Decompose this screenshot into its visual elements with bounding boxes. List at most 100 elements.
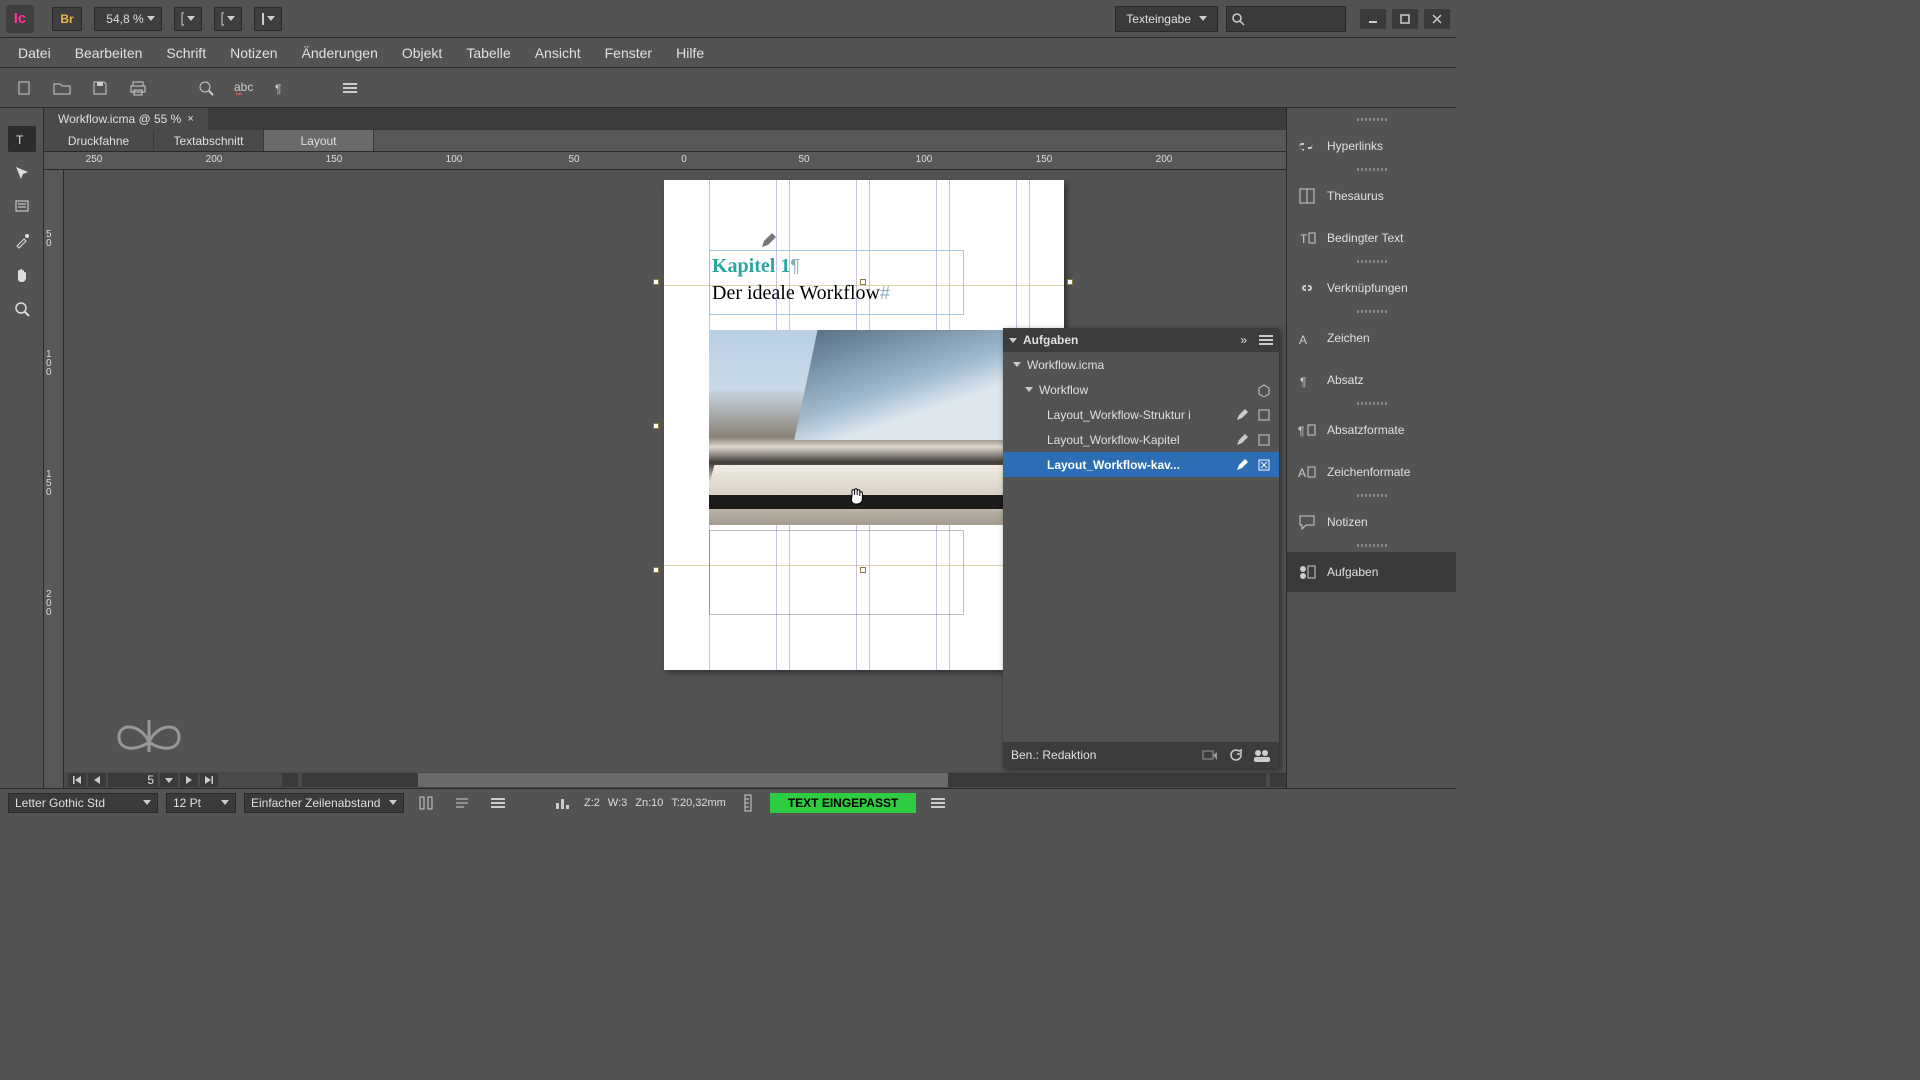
tree-label: Layout_Workflow-Struktur i	[1047, 408, 1191, 422]
minimize-button[interactable]	[1360, 9, 1386, 29]
font-size-combo[interactable]: 12 Pt	[166, 793, 236, 813]
panel-para-styles[interactable]: ¶ Absatzformate	[1287, 410, 1456, 450]
view-tab-galley[interactable]: Druckfahne	[44, 130, 154, 151]
user-label: Ben.: Redaktion	[1011, 748, 1096, 762]
para-style-icon: ¶	[1297, 421, 1317, 439]
menu-notizen[interactable]: Notizen	[218, 38, 289, 67]
search-icon	[1231, 12, 1245, 26]
close-button[interactable]	[1424, 9, 1450, 29]
document-tab-title: Workflow.icma @ 55 %	[58, 112, 181, 126]
menu-aenderungen[interactable]: Änderungen	[290, 38, 390, 67]
hamburger-icon[interactable]	[484, 790, 512, 816]
prev-page-button[interactable]	[88, 773, 106, 787]
tree-root[interactable]: Workflow.icma	[1003, 352, 1279, 377]
menu-ansicht[interactable]: Ansicht	[523, 38, 593, 67]
note-tool[interactable]	[8, 194, 36, 220]
char-icon: A	[1297, 329, 1317, 347]
panel-links[interactable]: Verknüpfungen	[1287, 268, 1456, 308]
panel-character[interactable]: AZeichen	[1287, 318, 1456, 358]
bridge-button[interactable]: Br	[52, 7, 82, 31]
new-doc-icon[interactable]	[10, 75, 38, 101]
font-family-combo[interactable]: Letter Gothic Std	[8, 793, 158, 813]
scroll-left-button[interactable]	[282, 773, 298, 787]
tree-group[interactable]: Workflow	[1003, 377, 1279, 402]
menu-objekt[interactable]: Objekt	[390, 38, 454, 67]
panel-paragraph[interactable]: ¶Absatz	[1287, 360, 1456, 400]
maximize-button[interactable]	[1392, 9, 1418, 29]
menu-datei[interactable]: Datei	[6, 38, 63, 67]
zoom-tool[interactable]	[8, 296, 36, 322]
find-icon[interactable]	[192, 75, 220, 101]
leading-label: Einfacher Zeilenabstand	[251, 796, 380, 810]
panel-char-styles[interactable]: AZeichenformate	[1287, 452, 1456, 492]
panel-thesaurus[interactable]: Thesaurus	[1287, 176, 1456, 216]
view-tabs: Druckfahne Textabschnitt Layout	[44, 130, 1286, 152]
panel-label: Absatzformate	[1327, 423, 1404, 437]
pilcrow-icon[interactable]: ¶	[268, 75, 296, 101]
menu-schrift[interactable]: Schrift	[154, 38, 218, 67]
users-icon[interactable]	[1253, 746, 1271, 764]
workspace-switcher[interactable]: Texteingabe	[1115, 6, 1218, 32]
tree-item[interactable]: Layout_Workflow-Struktur i	[1003, 402, 1279, 427]
page-dropdown[interactable]	[160, 773, 178, 787]
panel-tasks[interactable]: Aufgaben	[1287, 552, 1456, 592]
menu-bearbeiten[interactable]: Bearbeiten	[63, 38, 155, 67]
search-box[interactable]	[1226, 6, 1346, 32]
ruler-horizontal: 250 200 150 100 50 0 50 100 150 200	[44, 152, 1286, 170]
menu-hilfe[interactable]: Hilfe	[664, 38, 716, 67]
menu-fenster[interactable]: Fenster	[593, 38, 664, 67]
view-options-1[interactable]	[174, 7, 202, 31]
close-tab-icon[interactable]: ×	[187, 113, 193, 125]
expand-icon[interactable]: »	[1240, 333, 1245, 347]
menu-tabelle[interactable]: Tabelle	[454, 38, 522, 67]
page-number-field[interactable]: 5	[108, 773, 158, 787]
screen-mode[interactable]	[214, 7, 242, 31]
panel-menu-icon[interactable]	[1259, 335, 1273, 345]
update-icon[interactable]	[1201, 746, 1219, 764]
ruler-mark: 100	[446, 154, 463, 165]
view-tab-layout[interactable]: Layout	[264, 130, 374, 151]
ruler-mark: 150	[326, 154, 343, 165]
aufgaben-header[interactable]: Aufgaben »	[1003, 328, 1279, 352]
view-tab-story[interactable]: Textabschnitt	[154, 130, 264, 151]
checkbox-icon	[1255, 431, 1273, 449]
ruler-mark: 150	[1036, 154, 1053, 165]
depth-ruler-icon[interactable]	[734, 790, 762, 816]
type-tool[interactable]: T	[8, 126, 36, 152]
print-icon[interactable]	[124, 75, 152, 101]
arrange-docs[interactable]	[254, 7, 282, 31]
hand-tool[interactable]	[8, 262, 36, 288]
tree-label: Workflow	[1039, 383, 1088, 397]
hamburger-icon[interactable]	[336, 75, 364, 101]
first-page-button[interactable]	[68, 773, 86, 787]
refresh-icon[interactable]	[1227, 746, 1245, 764]
zoom-level-combo[interactable]: 54,8 %	[94, 7, 162, 31]
position-tool[interactable]	[8, 160, 36, 186]
hamburger-icon[interactable]	[924, 790, 952, 816]
columns-icon[interactable]	[412, 790, 440, 816]
h-scrollbar[interactable]	[302, 773, 1266, 787]
panel-label: Absatz	[1327, 373, 1364, 387]
stat-z: Z:2	[584, 797, 600, 809]
spellcheck-icon[interactable]: abc	[230, 75, 258, 101]
next-page-button[interactable]	[180, 773, 198, 787]
last-page-button[interactable]	[200, 773, 218, 787]
tree-item[interactable]: Layout_Workflow-Kapitel	[1003, 427, 1279, 452]
panel-notes[interactable]: Notizen	[1287, 502, 1456, 542]
panel-label: Verknüpfungen	[1327, 281, 1408, 295]
save-icon[interactable]	[86, 75, 114, 101]
panel-cond-text[interactable]: TBedingter Text	[1287, 218, 1456, 258]
panel-hyperlinks[interactable]: Hyperlinks	[1287, 126, 1456, 166]
app-logo: Ic	[6, 5, 34, 33]
scroll-right-button[interactable]	[1270, 773, 1286, 787]
open-icon[interactable]	[48, 75, 76, 101]
stats-icon[interactable]	[548, 790, 576, 816]
document-tab[interactable]: Workflow.icma @ 55 % ×	[44, 108, 208, 130]
tool-column: T	[0, 108, 44, 788]
tree-label: Layout_Workflow-kav...	[1047, 458, 1180, 472]
leading-combo[interactable]: Einfacher Zeilenabstand	[244, 793, 404, 813]
align-icon[interactable]	[448, 790, 476, 816]
zoom-value: 54,8 %	[106, 12, 143, 26]
eyedropper-tool[interactable]	[8, 228, 36, 254]
tree-item-selected[interactable]: Layout_Workflow-kav...	[1003, 452, 1279, 477]
